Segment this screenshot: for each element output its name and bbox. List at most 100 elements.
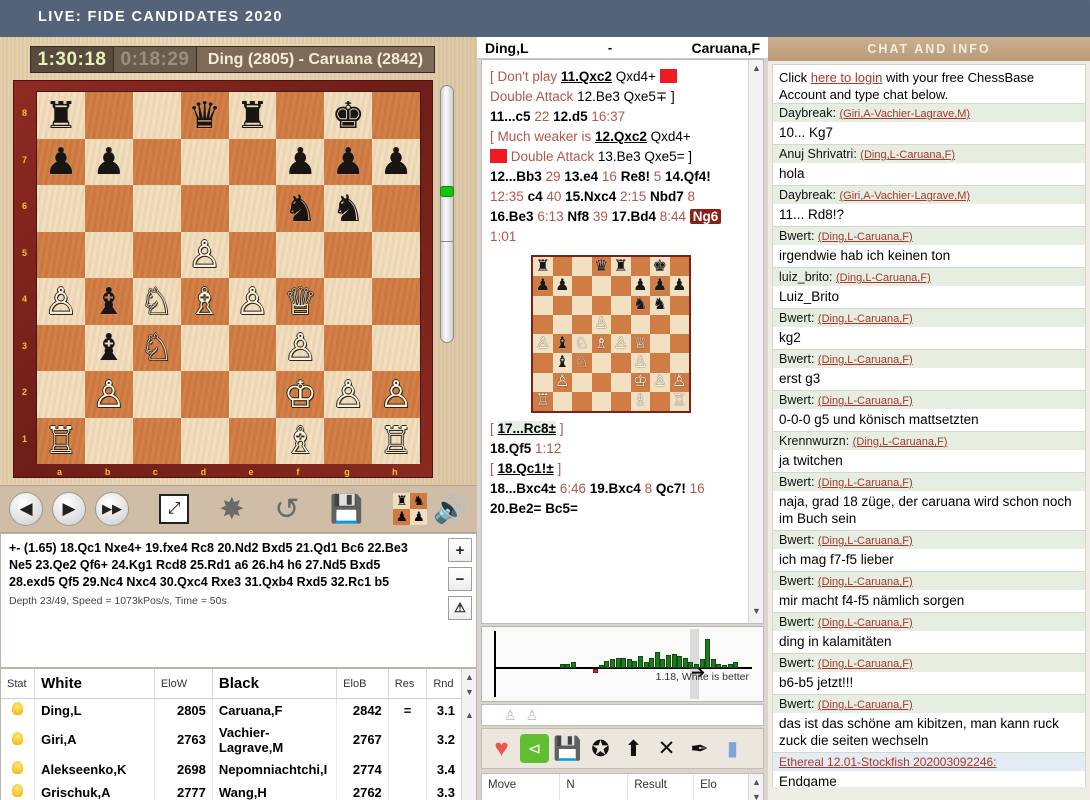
favorite-heart-icon[interactable]: ♥ [487, 734, 516, 763]
chat-message[interactable]: Bwert: (Ding,L-Caruana,F) mir macht f4-f5… [772, 572, 1086, 613]
board-square[interactable] [372, 92, 420, 139]
col-elow[interactable]: EloW [154, 669, 213, 699]
board-square[interactable]: ♘ [132, 324, 181, 372]
piece[interactable]: ♟ [372, 139, 420, 186]
chat-message[interactable]: Krennwurzn: (Ding,L-Caruana,F) ja twitche… [772, 432, 1086, 473]
piece[interactable]: ♙ [372, 371, 420, 418]
notation-scrollbar[interactable]: ▲ ▼ [748, 60, 763, 623]
board-square[interactable]: 2 [22, 371, 85, 418]
board-square[interactable] [372, 278, 420, 325]
board-square[interactable] [228, 324, 277, 371]
piece[interactable]: ♜ [229, 92, 277, 139]
move-scrollbar[interactable]: ▲ ▼ [748, 774, 763, 800]
board-square[interactable]: ♘ [132, 278, 181, 325]
chat-message[interactable]: Bwert: (Ding,L-Caruana,F) kg2 [772, 309, 1086, 350]
board-square[interactable]: 3 [22, 324, 85, 371]
piece[interactable]: ♘ [133, 325, 181, 372]
chat-message[interactable]: Bwert: (Ding,L-Caruana,F) naja, grad 18 z… [772, 473, 1086, 531]
board-square[interactable]: ♝ [84, 324, 133, 372]
table-row[interactable]: Ding,L 2805 Caruana,F 2842 = 3.1 [1, 698, 462, 722]
chat-message[interactable]: Bwert: (Ding,L-Caruana,F) b6-b5 jetzt!!! [772, 654, 1086, 695]
board-square[interactable]: e [228, 417, 277, 477]
col-elo[interactable]: Elo [693, 774, 750, 800]
chat-message-list[interactable]: Daybreak: (Giri,A-Vachier-Lagrave,M) 10..… [772, 103, 1086, 787]
board-square[interactable]: ♞ [276, 185, 325, 232]
engine-minus-button[interactable]: − [448, 567, 472, 591]
games-scrollbar[interactable]: ▲ ▼ ▲ ▼ [461, 669, 476, 800]
board-square[interactable]: ♙ [276, 324, 325, 372]
board-square[interactable]: ♙ 4 [22, 278, 85, 325]
fast-forward-button[interactable]: ▶▶ [95, 492, 129, 526]
table-row[interactable]: Grischuk,A 2777 Wang,H 2762 3.3 [1, 780, 462, 800]
piece[interactable]: ♝ [85, 325, 133, 372]
chat-message[interactable]: Ethereal 12.01-Stockfish 202003092246: En… [772, 753, 1086, 787]
piece[interactable]: ♟ [85, 139, 133, 186]
notation-line[interactable]: [ 17...Rc8± ] [490, 419, 732, 439]
board-square[interactable] [84, 92, 133, 139]
piece[interactable]: ♙ [37, 278, 85, 325]
board-square[interactable]: ♝ [84, 278, 133, 325]
piece[interactable]: ♟ [324, 139, 372, 186]
board-square[interactable] [228, 231, 277, 278]
chat-message[interactable]: Daybreak: (Giri,A-Vachier-Lagrave,M) 11..… [772, 186, 1086, 227]
piece[interactable]: ♗ [181, 278, 229, 325]
piece[interactable]: ♙ [276, 325, 324, 372]
piece[interactable]: ♛ [181, 92, 229, 139]
notation-panel[interactable]: [ Don't play 11.Qxc2 Qxd4+ Double Attack… [481, 59, 764, 624]
board-square[interactable]: ♖ 1 a [22, 417, 85, 477]
board-square[interactable] [372, 185, 420, 232]
board-square[interactable] [132, 92, 181, 139]
board-square[interactable]: d [180, 417, 229, 477]
col-result[interactable]: Result [627, 774, 695, 800]
board-square[interactable]: ♚ [324, 92, 373, 139]
board-square[interactable]: ♙ [324, 371, 373, 418]
piece[interactable]: ♝ [85, 278, 133, 325]
chat-message[interactable]: Bwert: (Ding,L-Caruana,F) irgendwie hab i… [772, 227, 1086, 268]
board-square[interactable] [324, 278, 373, 325]
piece[interactable]: ♘ [133, 278, 181, 325]
board-square[interactable]: ♟ [324, 138, 373, 186]
notation-line[interactable]: [ 18.Qc1!± ] [490, 459, 732, 479]
share-icon[interactable]: ⊲ [520, 734, 549, 763]
clear-arrows-icon[interactable]: ✕ [652, 734, 681, 763]
notation-line[interactable]: 18...Bxc4± 6:46 19.Bxc4 8 Qc7! 16 [490, 479, 732, 499]
chat-message[interactable]: Bwert: (Ding,L-Caruana,F) ich mag f7-f5 l… [772, 531, 1086, 572]
col-black[interactable]: Black [212, 669, 338, 699]
piece[interactable]: ♕ [276, 278, 324, 325]
notation-line[interactable]: [ Much weaker is 12.Qxc2 Qxd4+ [490, 127, 732, 147]
board-square[interactable]: ♗ f [276, 417, 325, 477]
piece[interactable]: ♞ [276, 185, 324, 232]
chat-message[interactable]: luiz_brito: (Ding,L-Caruana,F) Luiz_Brito [772, 268, 1086, 309]
games-scroll-down[interactable]: ▼ [462, 684, 476, 699]
board-square[interactable]: ♟ 7 [22, 138, 85, 185]
login-link[interactable]: here to login [811, 70, 883, 85]
board-square[interactable] [180, 185, 229, 232]
forward-button[interactable]: ▶ [52, 492, 86, 526]
mini-board[interactable]: ♜ ♛ ♜ ♚ ♟ ♟ ♟ ♟ ♟ ♞ ♞ ♙ ♙ ♝ ♘ ♗ ♙ ♕ ♝ ♘ ♙ ♙ ♔ ♙ ♙ ♖ ♗ ♖ [531, 255, 691, 413]
engine-plus-button[interactable]: + [448, 538, 472, 562]
chat-message[interactable]: Daybreak: (Giri,A-Vachier-Lagrave,M) 10..… [772, 103, 1086, 145]
chat-message[interactable]: Bwert: (Ding,L-Caruana,F) 0-0-0 g5 und kö… [772, 391, 1086, 432]
fan-engine-button[interactable]: ✸ [219, 492, 244, 527]
board-square[interactable]: ♜ 8 [22, 92, 85, 139]
board-square[interactable]: c [132, 417, 181, 477]
arrow-up-icon[interactable]: ⬆ [619, 734, 648, 763]
board-square[interactable] [132, 371, 181, 418]
board-square[interactable] [180, 371, 229, 418]
board-square[interactable] [180, 138, 229, 185]
board-square[interactable] [324, 324, 373, 371]
notation-line[interactable]: 20.Be2= Bc5= [490, 499, 732, 519]
piece[interactable]: ♖ [372, 418, 420, 465]
board-square[interactable]: ♙ [228, 278, 277, 325]
evaluation-graph[interactable]: ➔ 1.18, White is better [481, 626, 764, 702]
piece[interactable]: ♜ [37, 92, 85, 139]
notation-line[interactable]: 12:35 c4 40 15.Nxc4 2:15 Nbd7 8 [490, 187, 732, 207]
pieces-button[interactable]: ♜ ♞ ♟ ♟ [393, 493, 428, 525]
notation-line[interactable]: 1:01 [490, 227, 732, 247]
board-square[interactable]: b [84, 417, 133, 477]
col-move[interactable]: Move [482, 774, 561, 800]
board-square[interactable]: ♔ [276, 371, 325, 418]
piece[interactable]: ♚ [324, 92, 372, 139]
notation-line[interactable]: 18.Qf5 1:12 [490, 439, 732, 459]
evaluation-bar[interactable] [440, 85, 454, 343]
